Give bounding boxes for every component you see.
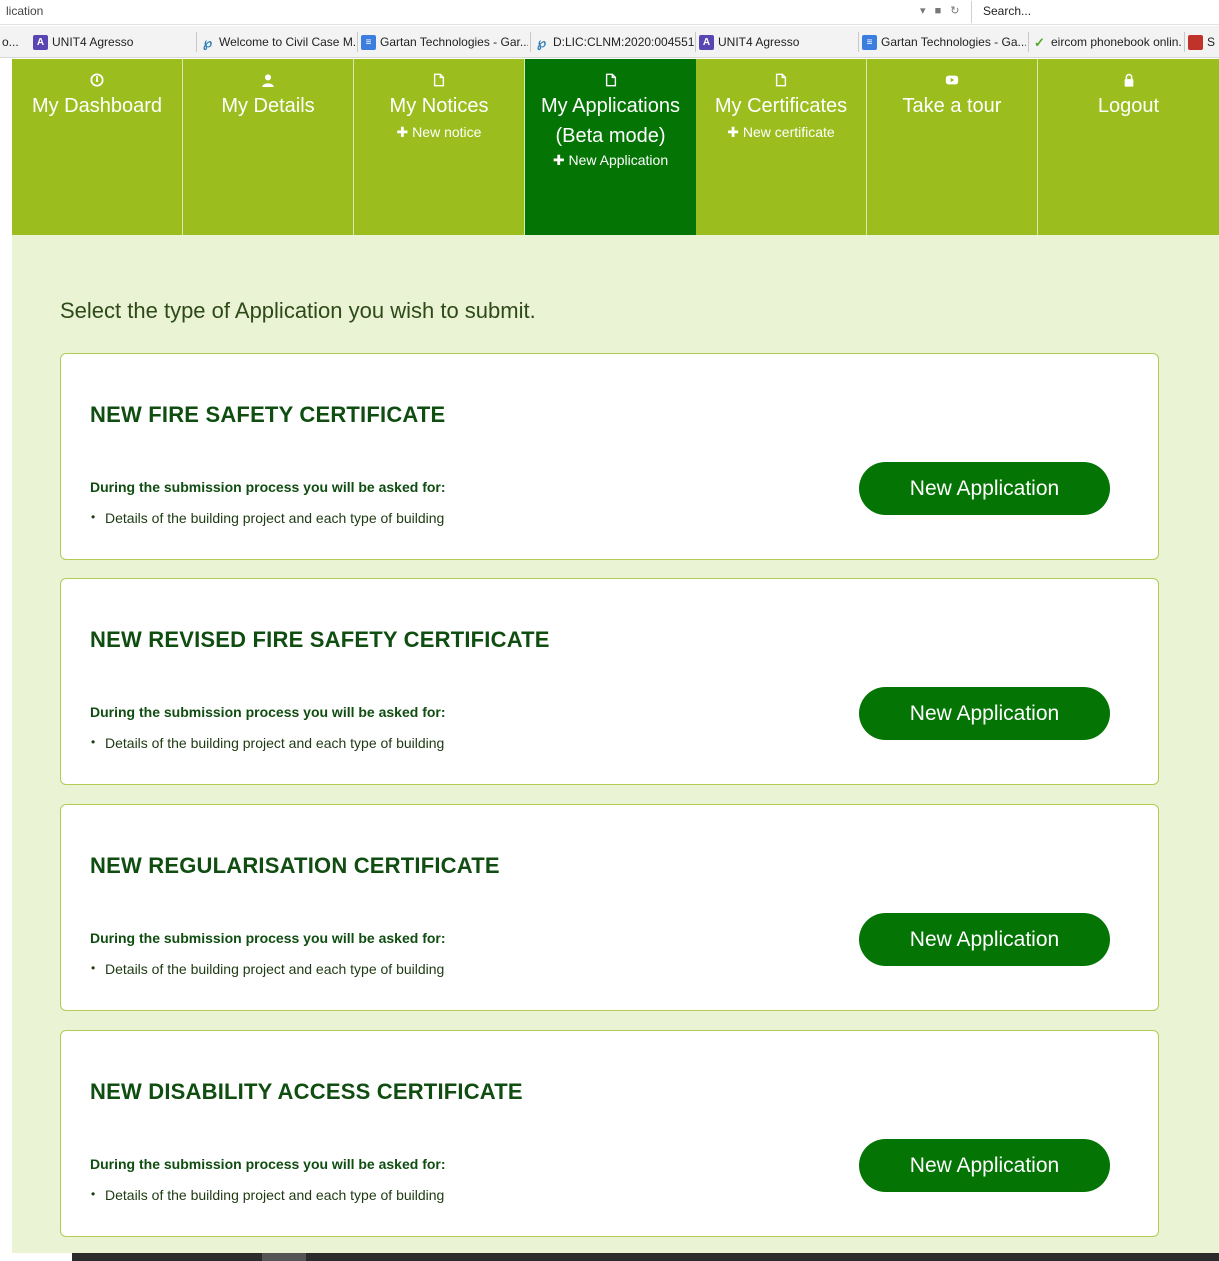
civil-case-icon: ℘ (536, 34, 547, 50)
new-application-link[interactable]: ✚ New Application (525, 151, 696, 169)
nav-item-my-details[interactable]: My Details (183, 59, 354, 235)
nav-item-my-applications[interactable]: My Applications (Beta mode) ✚ New Applic… (525, 59, 696, 235)
bookmark-separator (530, 32, 531, 52)
browser-toolbar-icons[interactable]: ▾ ■ ↻ (920, 4, 963, 17)
card-title: NEW REGULARISATION CERTIFICATE (90, 853, 500, 878)
new-application-button[interactable]: New Application (859, 462, 1110, 515)
application-card-regularisation: NEW REGULARISATION CERTIFICATE During th… (60, 804, 1159, 1011)
bookmark-item[interactable]: ✓ eircom phonebook onlin... (1032, 32, 1182, 52)
bookmark-item[interactable]: A UNIT4 Agresso (33, 32, 193, 52)
card-subtitle: During the submission process you will b… (90, 930, 446, 946)
bookmark-label: eircom phonebook onlin... (1051, 35, 1182, 49)
bookmark-item[interactable]: o... (2, 32, 26, 52)
main-navigation: My Dashboard My Details My Notices ✚ New… (12, 59, 1219, 235)
bookmark-label: Gartan Technologies - Gar... (380, 35, 528, 49)
application-card-fire-safety: NEW FIRE SAFETY CERTIFICATE During the s… (60, 353, 1159, 560)
bookmark-item[interactable]: ℘ Welcome to Civil Case M... (200, 32, 356, 52)
bookmark-separator (196, 32, 197, 52)
plus-icon: ✚ (396, 124, 413, 140)
new-certificate-link[interactable]: ✚ New certificate (696, 123, 866, 141)
nav-item-logout[interactable]: Logout (1038, 59, 1219, 235)
document-icon (605, 73, 616, 87)
nav-label: Logout (1097, 95, 1160, 117)
application-card-revised-fire-safety: NEW REVISED FIRE SAFETY CERTIFICATE Duri… (60, 578, 1159, 785)
bookmark-item[interactable]: S (1188, 32, 1219, 52)
card-bullet: Details of the building project and each… (91, 735, 444, 751)
nav-item-take-a-tour[interactable]: Take a tour (867, 59, 1038, 235)
bookmark-label: UNIT4 Agresso (52, 35, 134, 49)
civil-case-icon: ℘ (202, 34, 213, 50)
app-content: My Dashboard My Details My Notices ✚ New… (12, 59, 1219, 1253)
lock-icon (1124, 73, 1133, 87)
card-bullet: Details of the building project and each… (91, 510, 444, 526)
user-icon (262, 74, 274, 87)
nav-label: Take a tour (902, 95, 1002, 117)
bookmark-item[interactable]: A UNIT4 Agresso (699, 32, 855, 52)
new-application-button[interactable]: New Application (859, 913, 1110, 966)
nav-item-my-certificates[interactable]: My Certificates ✚ New certificate (696, 59, 867, 235)
bookmark-label: o... (2, 35, 19, 49)
nav-label: My Dashboard (31, 95, 163, 117)
agresso-icon: A (33, 34, 48, 50)
bookmark-label: Welcome to Civil Case M... (219, 35, 356, 49)
agresso-icon: A (699, 34, 714, 50)
card-bullet: Details of the building project and each… (91, 961, 444, 977)
plus-icon: ✚ (727, 124, 743, 140)
s-site-icon (1188, 34, 1203, 50)
nav-label: My Applications (541, 95, 680, 117)
new-notice-link[interactable]: ✚ New notice (354, 123, 524, 141)
bookmark-label: Gartan Technologies - Ga... (881, 35, 1026, 49)
browser-search-input[interactable]: Search... (971, 1, 1219, 23)
application-card-disability-access: NEW DISABILITY ACCESS CERTIFICATE During… (60, 1030, 1159, 1237)
gartan-icon: ≡ (361, 34, 376, 50)
plus-icon: ✚ (552, 152, 569, 168)
bookmark-item[interactable]: ≡ Gartan Technologies - Gar... (361, 32, 528, 52)
nav-label: My Notices (389, 95, 489, 117)
browser-address-bar: lication ▾ ■ ↻ Search... (0, 0, 1219, 25)
bookmark-label: D:LIC:CLNM:2020:004551 ... (553, 35, 694, 49)
page-prompt: Select the type of Application you wish … (60, 298, 536, 323)
video-play-icon (945, 75, 959, 85)
nav-item-my-dashboard[interactable]: My Dashboard (12, 59, 183, 235)
nav-label: My Certificates (714, 95, 848, 117)
new-application-button[interactable]: New Application (859, 1139, 1110, 1192)
nav-label: My Details (221, 95, 315, 117)
taskbar-highlight (262, 1253, 306, 1261)
card-bullet: Details of the building project and each… (91, 1187, 444, 1203)
card-subtitle: During the submission process you will b… (90, 479, 446, 495)
card-subtitle: During the submission process you will b… (90, 704, 446, 720)
dashboard-icon (90, 73, 104, 87)
document-icon (433, 73, 445, 87)
new-application-button[interactable]: New Application (859, 687, 1110, 740)
bookmark-label: S (1207, 35, 1216, 49)
taskbar-strip (72, 1253, 1219, 1261)
bookmark-separator (695, 32, 696, 52)
card-title: NEW REVISED FIRE SAFETY CERTIFICATE (90, 627, 550, 652)
document-icon (775, 73, 787, 87)
nav-item-my-notices[interactable]: My Notices ✚ New notice (354, 59, 525, 235)
bookmark-label: UNIT4 Agresso (718, 35, 800, 49)
bookmark-separator (1184, 32, 1185, 52)
bookmark-separator (357, 32, 358, 52)
bookmark-item[interactable]: ℘ D:LIC:CLNM:2020:004551 ... (534, 32, 694, 52)
bookmark-item[interactable]: ≡ Gartan Technologies - Ga... (862, 32, 1026, 52)
bookmarks-bar: o... A UNIT4 Agresso ℘ Welcome to Civil … (0, 26, 1219, 58)
address-text[interactable]: lication (6, 4, 43, 18)
card-title: NEW FIRE SAFETY CERTIFICATE (90, 402, 446, 427)
eircom-icon: ✓ (1034, 34, 1045, 50)
nav-label-beta: (Beta mode) (555, 125, 666, 147)
bookmark-separator (858, 32, 859, 52)
gartan-icon: ≡ (862, 34, 877, 50)
bookmark-separator (1028, 32, 1029, 52)
card-subtitle: During the submission process you will b… (90, 1156, 446, 1172)
card-title: NEW DISABILITY ACCESS CERTIFICATE (90, 1079, 523, 1104)
